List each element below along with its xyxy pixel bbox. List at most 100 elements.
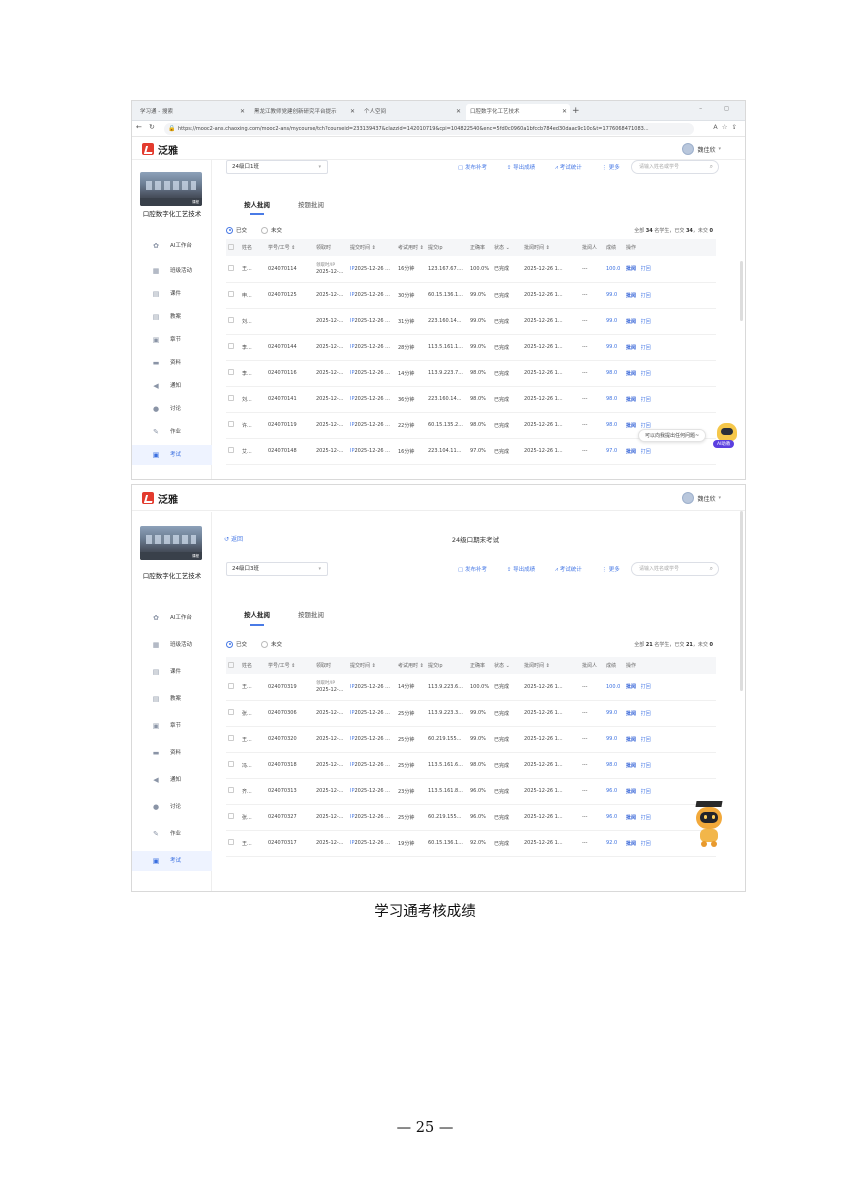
row-select[interactable] — [226, 778, 240, 805]
exam-stats-button[interactable]: ⩘ 考试统计 — [555, 567, 591, 573]
return-button[interactable]: 打回 — [641, 763, 651, 769]
table-row[interactable]: 冯... 024070318 2025-12-... IP2025-12-26 ...… — [226, 752, 716, 779]
return-button[interactable]: 打回 — [641, 789, 651, 795]
ai-mascot-icon[interactable] — [694, 801, 724, 847]
sidebar-item-chapters[interactable]: ▣ 章节 — [132, 716, 212, 736]
brand-logo[interactable]: 泛雅 — [142, 142, 178, 157]
table-row[interactable]: 李... 024070116 2025-12-... IP2025-12-26 ...… — [226, 360, 716, 387]
browser-tab[interactable]: 黑龙江教师党建创新研究平台提示 ✕ — [250, 104, 358, 120]
return-button[interactable]: 打回 — [641, 293, 651, 299]
column-header[interactable]: 学号/工号 ⇕ — [266, 657, 314, 674]
ai-assistant-badge[interactable]: AI助教 — [713, 440, 735, 448]
return-button[interactable]: 打回 — [641, 345, 651, 351]
user-menu[interactable]: 魏佳欣 ▾ — [682, 143, 721, 155]
return-button[interactable]: 打回 — [641, 841, 651, 847]
ip-link[interactable]: IP — [350, 762, 355, 768]
review-button[interactable]: 批阅 — [626, 423, 636, 429]
sidebar-item-ai[interactable]: ✿ AI工作台 — [132, 608, 212, 628]
reload-icon[interactable]: ↻ — [149, 123, 155, 131]
row-checkbox[interactable] — [228, 369, 234, 375]
column-header[interactable]: 考试用时 ⇕ — [396, 239, 426, 256]
row-checkbox[interactable] — [228, 291, 234, 297]
row-select[interactable] — [226, 412, 240, 439]
scrollbar[interactable] — [740, 511, 743, 691]
new-tab-icon[interactable]: + — [572, 104, 580, 118]
review-button[interactable]: 批阅 — [626, 737, 636, 743]
return-button[interactable]: 打回 — [641, 737, 651, 743]
publish-makeup-button[interactable]: ▢ 发布补考 — [458, 567, 496, 573]
row-select[interactable] — [226, 752, 240, 779]
search-input[interactable]: 请输入姓名或学号 ⌕ — [631, 562, 719, 576]
review-button[interactable]: 批阅 — [626, 449, 636, 455]
table-row[interactable]: 张... 024070306 2025-12-... IP2025-12-26 ...… — [226, 700, 716, 727]
review-button[interactable]: 批阅 — [626, 684, 636, 690]
ip-link[interactable]: IP — [350, 448, 355, 454]
table-row[interactable]: 李... 024070144 2025-12-... IP2025-12-26 ...… — [226, 334, 716, 361]
ip-link[interactable]: IP — [350, 814, 355, 820]
return-button[interactable]: 打回 — [641, 371, 651, 377]
more-button[interactable]: ⋮ 更多 — [601, 165, 628, 171]
export-grades-button[interactable]: ⇪ 导出成绩 — [507, 165, 544, 171]
row-checkbox[interactable] — [228, 735, 234, 741]
tab-by-person[interactable]: 按人批阅 — [244, 611, 270, 619]
sidebar-item-materials[interactable]: ▬ 资料 — [132, 743, 212, 763]
close-icon[interactable]: ✕ — [240, 104, 245, 120]
row-checkbox[interactable] — [228, 421, 234, 427]
radio-submitted[interactable] — [226, 226, 233, 234]
table-row[interactable]: 刘... 024070141 2025-12-... IP2025-12-26 ...… — [226, 386, 716, 413]
sidebar-item-discussion[interactable]: ● 讨论 — [132, 797, 212, 817]
tab-by-question[interactable]: 按题批阅 — [298, 611, 324, 619]
table-row[interactable]: 申... 024070125 2025-12-... IP2025-12-26 ...… — [226, 282, 716, 309]
return-button[interactable]: 打回 — [641, 711, 651, 717]
sidebar-item-materials[interactable]: ▬ 资料 — [132, 353, 212, 373]
tab-by-question[interactable]: 按题批阅 — [298, 201, 324, 209]
sidebar-item-activity[interactable]: ▦ 班级活动 — [132, 261, 212, 281]
row-select[interactable] — [226, 256, 240, 283]
sidebar-item-exam[interactable]: ▣ 考试 — [132, 445, 212, 465]
ai-robot-icon[interactable] — [717, 423, 737, 441]
close-icon[interactable]: ✕ — [562, 104, 567, 120]
ip-link[interactable]: IP — [350, 788, 355, 794]
column-header[interactable]: 批阅时间 ⇕ — [522, 239, 580, 256]
browser-tab[interactable]: 个人空间 ✕ — [360, 104, 464, 120]
column-header[interactable]: 状态 ⌄ — [492, 239, 522, 256]
row-select[interactable] — [226, 334, 240, 361]
window-controls[interactable]: – ◻ — [699, 105, 739, 112]
review-button[interactable]: 批阅 — [626, 319, 636, 325]
row-select[interactable] — [226, 308, 240, 335]
return-button[interactable]: 打回 — [641, 266, 651, 272]
return-button[interactable]: 打回 — [641, 397, 651, 403]
table-row[interactable]: 王... 024070317 2025-12-... IP2025-12-26 ...… — [226, 830, 716, 857]
row-checkbox[interactable] — [228, 343, 234, 349]
ip-link[interactable]: IP — [350, 266, 355, 272]
sidebar-item-homework[interactable]: ✎ 作业 — [132, 422, 212, 442]
sidebar-item-exam[interactable]: ▣ 考试 — [132, 851, 212, 871]
row-checkbox[interactable] — [228, 761, 234, 767]
return-button[interactable]: 打回 — [641, 449, 651, 455]
row-select[interactable] — [226, 700, 240, 727]
sidebar-item-lesson-plan[interactable]: ▤ 教案 — [132, 689, 212, 709]
ip-link[interactable]: IP — [350, 736, 355, 742]
sidebar-item-discussion[interactable]: ● 讨论 — [132, 399, 212, 419]
ip-link[interactable]: IP — [350, 370, 355, 376]
row-select[interactable] — [226, 438, 240, 465]
review-button[interactable]: 批阅 — [626, 293, 636, 299]
back-arrow-icon[interactable]: ← — [136, 123, 142, 131]
row-select[interactable] — [226, 726, 240, 753]
browser-toolbar-icons[interactable]: A☆⇪ — [713, 123, 741, 131]
table-row[interactable]: 刘... 2025-12-... IP2025-12-26 ... 31分钟 223.1… — [226, 308, 716, 335]
column-header[interactable]: 学号/工号 ⇕ — [266, 239, 314, 256]
row-select[interactable] — [226, 386, 240, 413]
sidebar-item-chapters[interactable]: ▣ 章节 — [132, 330, 212, 350]
sidebar-item-courseware[interactable]: ▤ 课件 — [132, 284, 212, 304]
browser-tab[interactable]: 学习通 - 搜索 ✕ — [136, 104, 248, 120]
row-checkbox[interactable] — [228, 264, 234, 271]
row-select[interactable] — [226, 282, 240, 309]
row-checkbox[interactable] — [228, 787, 234, 793]
publish-makeup-button[interactable]: ▢ 发布补考 — [458, 165, 496, 171]
return-button[interactable]: 打回 — [641, 684, 651, 690]
table-row[interactable]: 王... 024070114 领取时/IP 2025-12-... IP2025-12-… — [226, 256, 716, 283]
sidebar-item-notice[interactable]: ◀ 通知 — [132, 770, 212, 790]
row-select[interactable] — [226, 674, 240, 701]
ip-link[interactable]: IP — [350, 396, 355, 402]
